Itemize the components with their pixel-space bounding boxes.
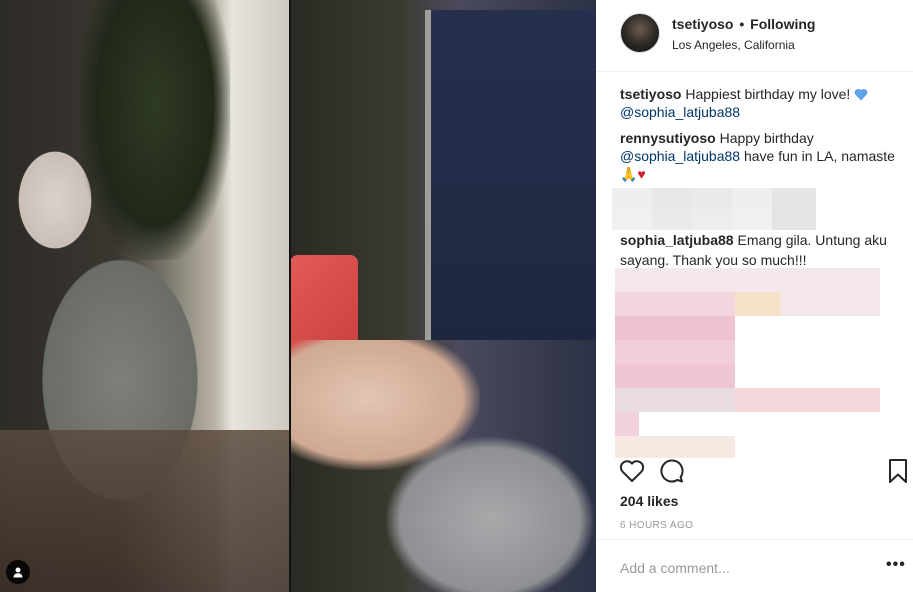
comment-bubble-icon[interactable] (658, 457, 686, 485)
heart-outline-icon[interactable] (618, 457, 646, 485)
avatar[interactable] (620, 13, 660, 53)
photo-left-half (0, 0, 290, 592)
comment-user[interactable]: sophia_latjuba88 (620, 232, 734, 248)
add-comment-input[interactable] (620, 560, 850, 576)
photo-right-half (290, 0, 596, 592)
comment-emojis: 🙏♥ (620, 166, 646, 182)
photo-window (425, 10, 596, 340)
comment-text-after: have fun in LA, namaste (743, 148, 895, 164)
mention-link[interactable]: @sophia_latjuba88 (620, 104, 740, 120)
photo-floor (0, 430, 290, 592)
blurred-comment (612, 188, 828, 230)
photo-divider (289, 0, 291, 592)
post-photo[interactable] (0, 0, 596, 592)
post-timestamp[interactable]: 6 HOURS AGO (620, 520, 693, 531)
post-actions (596, 455, 913, 495)
bookmark-icon[interactable] (884, 457, 912, 485)
comment-item: sophia_latjuba88 Emang gila. Untung aku … (620, 230, 890, 270)
header-line: tsetiyoso • Following (672, 16, 815, 32)
comment-text: Happiest birthday my love! (685, 86, 851, 102)
more-options-icon[interactable]: ••• (886, 556, 906, 574)
comment-user[interactable]: rennysutiyoso (620, 130, 716, 146)
blurred-comment (615, 268, 880, 458)
location-link[interactable]: Los Angeles, California (672, 38, 795, 52)
mention-link[interactable]: @sophia_latjuba88 (620, 148, 740, 164)
following-button[interactable]: Following (750, 16, 815, 32)
comment-user[interactable]: tsetiyoso (620, 86, 681, 102)
photo-arm (290, 340, 480, 470)
photo-foliage (80, 0, 230, 260)
comment-text: Happy birthday (719, 130, 814, 146)
username-link[interactable]: tsetiyoso (672, 16, 733, 32)
comment-item: rennysutiyoso Happy birthday @sophia_lat… (620, 129, 905, 183)
likes-count[interactable]: 204 likes (620, 493, 678, 509)
comments-list: tsetiyoso Happiest birthday my love! @so… (620, 85, 905, 191)
caption: tsetiyoso Happiest birthday my love! @so… (620, 85, 905, 121)
post-header: tsetiyoso • Following Los Angeles, Calif… (596, 0, 913, 72)
person-tag-icon[interactable] (6, 560, 30, 584)
comment-composer: ••• (596, 539, 913, 592)
separator-dot: • (739, 16, 745, 32)
blue-heart-icon (854, 88, 868, 101)
